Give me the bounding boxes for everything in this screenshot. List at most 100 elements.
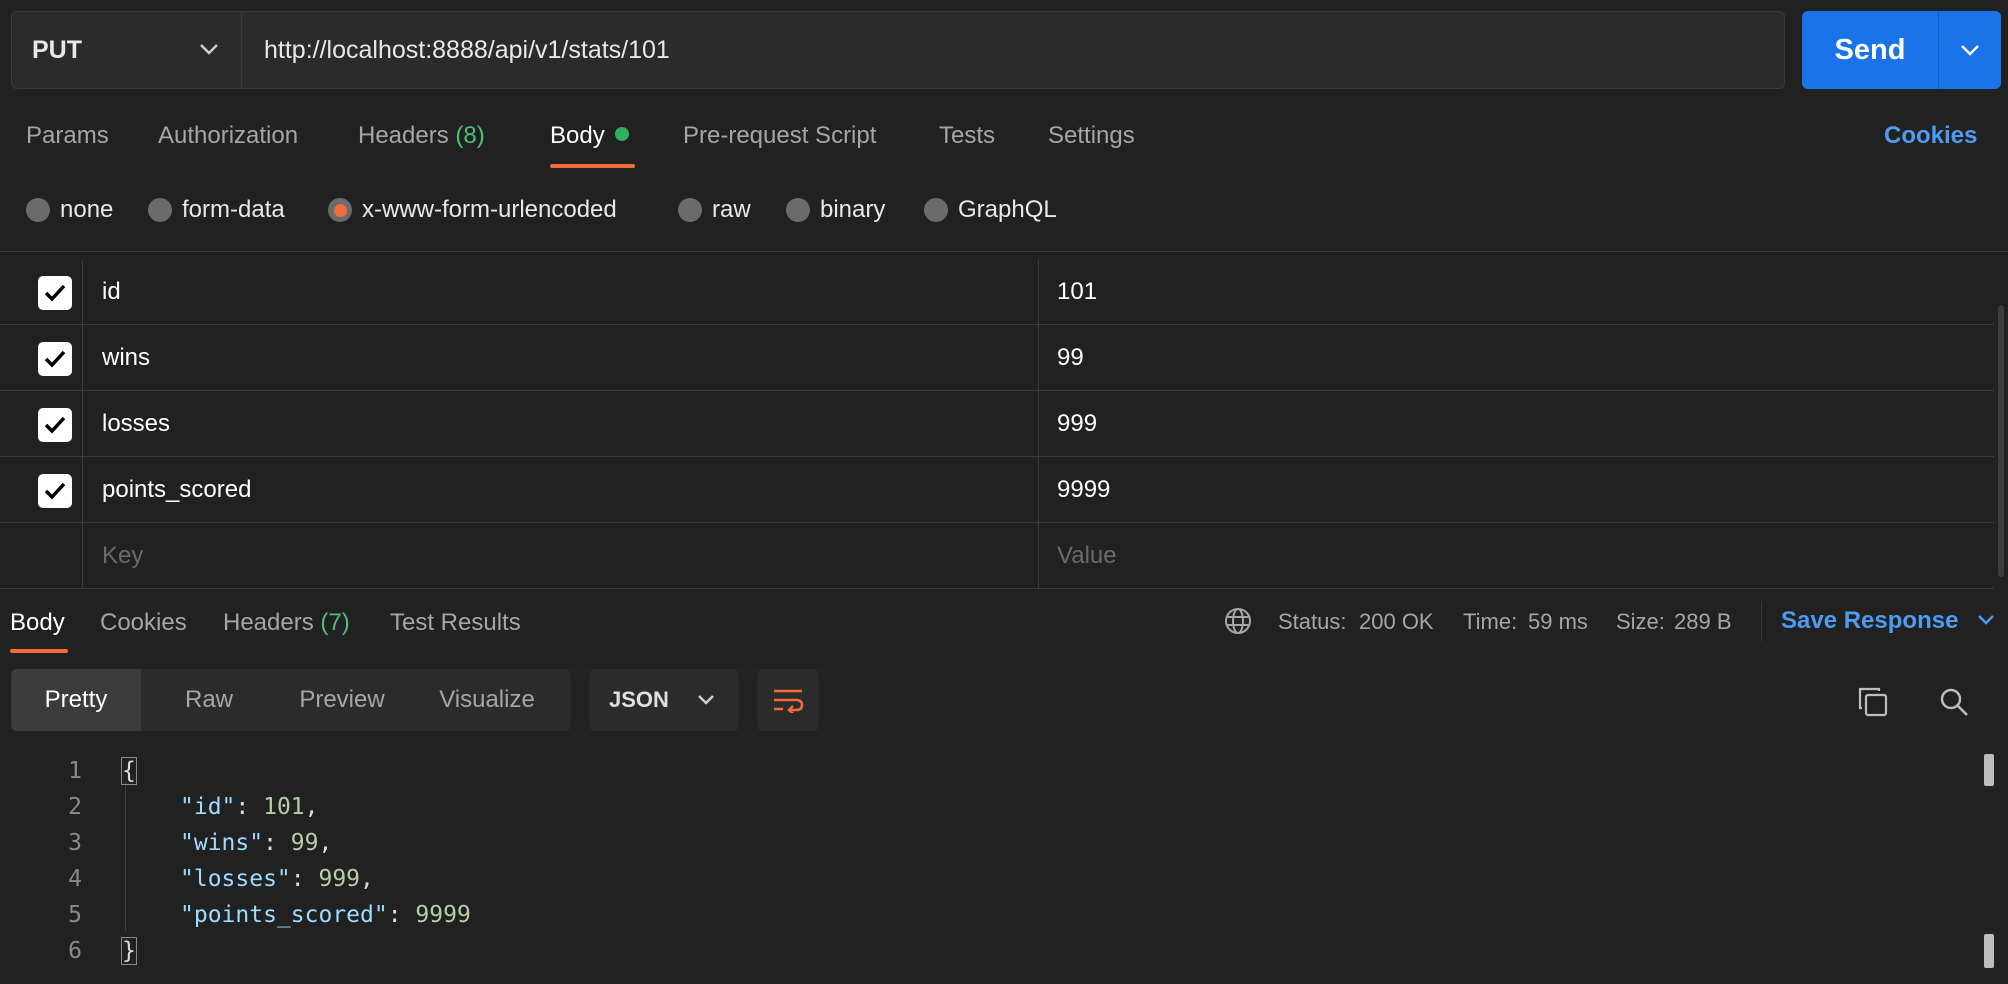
active-tab-indicator [10, 649, 68, 653]
json-open-brace: { [121, 757, 137, 785]
size-value[interactable]: 289 B [1674, 609, 1732, 635]
radio-graphql-label: GraphQL [958, 196, 1057, 223]
size-label: Size: [1616, 609, 1665, 634]
radio-circle-icon [924, 198, 948, 222]
radio-circle-icon [148, 198, 172, 222]
row-checkbox[interactable] [38, 474, 72, 508]
tab-body[interactable]: Body [550, 122, 629, 150]
param-key[interactable]: points_scored [102, 457, 251, 522]
radio-binary-label: binary [820, 196, 886, 223]
modified-dot-icon [614, 127, 629, 141]
status-divider [1761, 601, 1762, 641]
table-row: points_scored 9999 [0, 457, 1994, 523]
send-options-button[interactable] [1938, 11, 2001, 89]
tab-headers[interactable]: Headers (8) [358, 122, 485, 150]
param-value[interactable]: 9999 [1057, 457, 1110, 522]
code-line: "points_scored": 9999 [180, 902, 471, 928]
format-select[interactable]: JSON [589, 669, 739, 731]
radio-raw-label: raw [712, 196, 751, 223]
status-value[interactable]: 200 OK [1359, 609, 1434, 635]
time-value[interactable]: 59 ms [1528, 609, 1588, 635]
checkmark-icon [44, 482, 66, 500]
format-label: JSON [609, 687, 669, 712]
json-key: "wins" [180, 830, 264, 856]
radio-binary[interactable]: binary [786, 196, 885, 224]
radio-urlencoded[interactable]: x-www-form-urlencoded [328, 196, 617, 224]
table-divider [0, 251, 2008, 252]
response-tab-body[interactable]: Body [10, 609, 65, 637]
radio-urlencoded-label: x-www-form-urlencoded [362, 196, 617, 223]
column-divider [1038, 523, 1039, 588]
json-value: 101 [263, 794, 305, 820]
tab-authorization[interactable]: Authorization [158, 122, 298, 150]
radio-circle-icon [786, 198, 810, 222]
url-input[interactable]: http://localhost:8888/api/v1/stats/101 [241, 11, 1785, 89]
new-key-input[interactable]: Key [102, 523, 143, 588]
table-row: losses 999 [0, 391, 1994, 457]
line-number: 3 [68, 830, 82, 856]
radio-none[interactable]: none [26, 196, 113, 224]
json-key: "id" [180, 794, 236, 820]
response-tab-cookies[interactable]: Cookies [100, 609, 187, 637]
param-value[interactable]: 101 [1057, 259, 1097, 324]
globe-icon[interactable] [1224, 607, 1252, 635]
tab-settings[interactable]: Settings [1048, 122, 1135, 150]
response-tab-headers[interactable]: Headers (7) [223, 609, 350, 637]
active-tab-indicator [550, 164, 635, 168]
wrap-lines-icon [774, 689, 804, 713]
wrap-lines-button[interactable] [757, 669, 819, 731]
param-key[interactable]: losses [102, 391, 170, 456]
radio-form-data[interactable]: form-data [148, 196, 285, 224]
param-value[interactable]: 999 [1057, 391, 1097, 456]
line-number: 5 [68, 902, 82, 928]
cookies-link[interactable]: Cookies [1884, 122, 1977, 150]
view-visualize-button[interactable]: Visualize [407, 669, 567, 731]
radio-raw[interactable]: raw [678, 196, 751, 224]
json-comma: , [360, 866, 374, 892]
json-value: 9999 [415, 902, 471, 928]
code-line: "wins": 99, [180, 830, 333, 856]
row-checkbox[interactable] [38, 276, 72, 310]
copy-icon[interactable] [1857, 686, 1889, 718]
response-tab-test-results[interactable]: Test Results [390, 609, 521, 637]
param-key[interactable]: id [102, 259, 121, 324]
search-icon[interactable] [1938, 686, 1970, 718]
checkbox-cell [0, 259, 83, 324]
param-key[interactable]: wins [102, 325, 150, 390]
radio-form-data-label: form-data [182, 196, 285, 223]
tab-tests[interactable]: Tests [939, 122, 995, 150]
view-raw-button[interactable]: Raw [141, 669, 277, 731]
checkbox-cell [0, 457, 83, 522]
url-text: http://localhost:8888/api/v1/stats/101 [264, 35, 670, 64]
line-number: 1 [68, 758, 82, 784]
save-response-button[interactable]: Save Response [1781, 607, 1995, 635]
json-comma: , [304, 794, 319, 820]
checkbox-cell [0, 391, 83, 456]
column-divider [1038, 391, 1039, 456]
code-scrollbar-bottom-marker[interactable] [1984, 934, 1994, 968]
tab-headers-label: Headers [358, 122, 449, 149]
radio-circle-icon [26, 198, 50, 222]
response-tab-headers-label: Headers [223, 609, 314, 636]
tab-params[interactable]: Params [26, 122, 109, 150]
code-scrollbar-top-marker[interactable] [1984, 754, 1994, 786]
view-preview-button[interactable]: Preview [277, 669, 407, 731]
status-label: Status: [1278, 609, 1347, 634]
param-value[interactable]: 99 [1057, 325, 1084, 390]
table-row-new: Key Value [0, 523, 1994, 589]
tab-pre-request-script[interactable]: Pre-request Script [683, 122, 876, 150]
row-checkbox[interactable] [38, 408, 72, 442]
view-pretty-button[interactable]: Pretty [11, 669, 141, 731]
radio-selected-icon [328, 198, 352, 222]
checkmark-icon [44, 416, 66, 434]
new-value-input[interactable]: Value [1057, 523, 1117, 588]
json-value: 999 [318, 866, 361, 892]
code-line: "id": 101, [180, 794, 319, 820]
method-select[interactable]: PUT [11, 11, 241, 89]
tab-headers-count: (8) [455, 122, 485, 149]
table-scrollbar[interactable] [1998, 305, 2004, 577]
column-divider [1038, 457, 1039, 522]
send-button[interactable]: Send [1802, 11, 1938, 89]
radio-graphql[interactable]: GraphQL [924, 196, 1057, 224]
row-checkbox[interactable] [38, 342, 72, 376]
